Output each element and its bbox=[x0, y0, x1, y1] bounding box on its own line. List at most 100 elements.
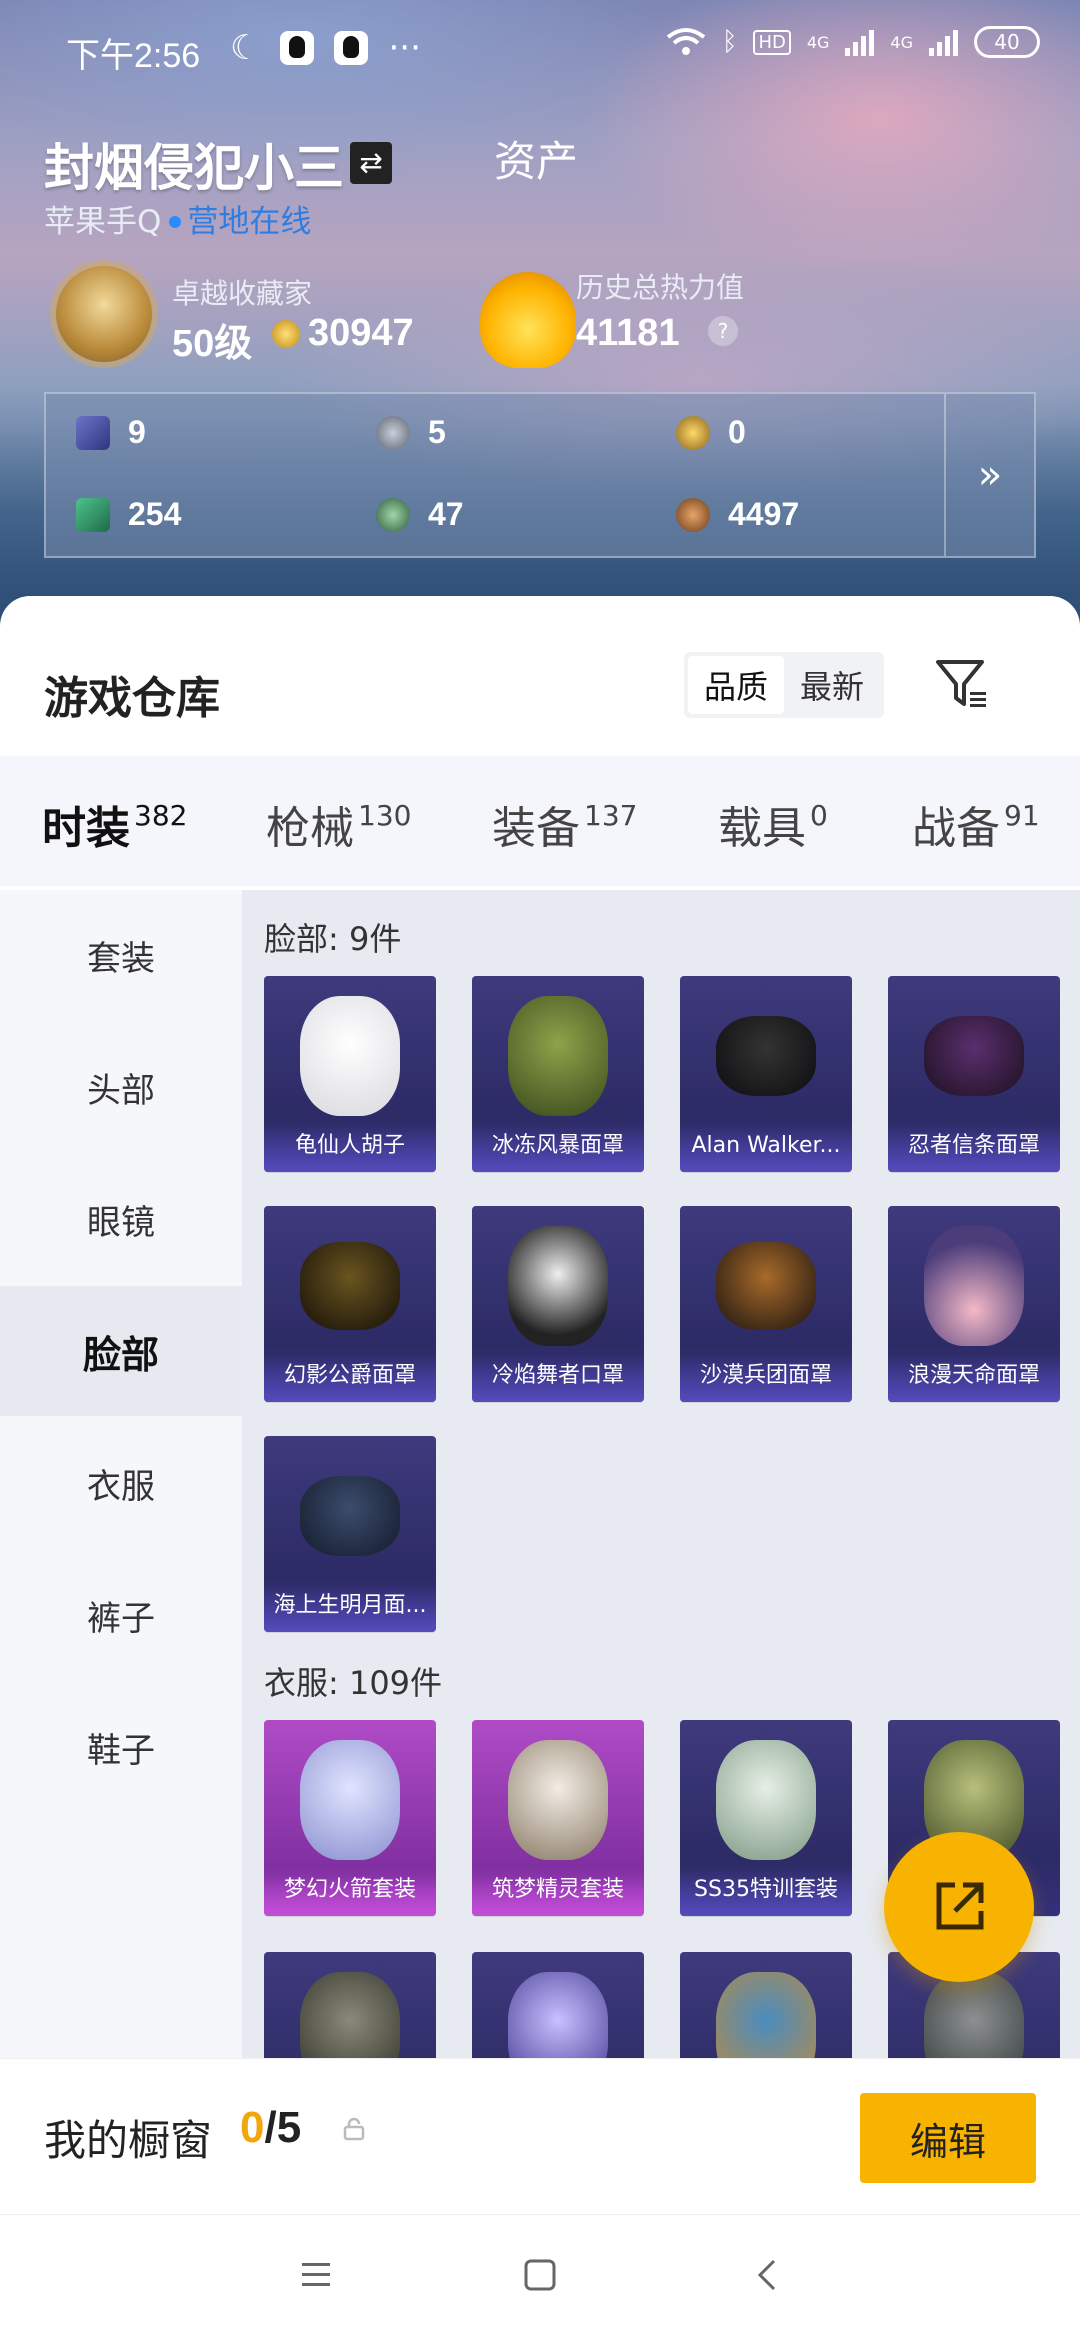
outfit-icon bbox=[300, 1740, 400, 1860]
username: 封烟侵犯小三 bbox=[44, 139, 344, 197]
item-card[interactable]: Alan Walker... bbox=[680, 976, 852, 1172]
filter-icon[interactable] bbox=[934, 656, 990, 712]
gold-medal-icon bbox=[676, 415, 710, 450]
mask-icon bbox=[508, 996, 608, 1116]
item-card[interactable]: 幻影公爵面罩 bbox=[264, 1206, 436, 1402]
stats-more-chevron-icon[interactable]: » bbox=[944, 394, 1034, 556]
section-title-face: 脸部: 9件 bbox=[264, 920, 402, 958]
subcategory-sidebar: 套装 头部 眼镜 脸部 衣服 裤子 鞋子 bbox=[0, 890, 242, 2140]
tab-count: 130 bbox=[358, 799, 412, 832]
item-name: 海上生明月面... bbox=[264, 1584, 436, 1632]
tab-weapons[interactable]: 枪械 130 bbox=[266, 792, 411, 856]
share-button[interactable] bbox=[884, 1832, 1034, 1982]
stats-panel[interactable]: 9 5 0 254 47 4497 » bbox=[44, 392, 1036, 558]
home-icon[interactable] bbox=[520, 2255, 560, 2295]
item-name: 冰冻风暴面罩 bbox=[472, 1124, 644, 1172]
item-name: Alan Walker... bbox=[680, 1124, 852, 1172]
item-card[interactable]: 梦幻火箭套装 bbox=[264, 1720, 436, 1916]
status-notification-icons: ☾ ··· bbox=[230, 28, 421, 68]
moon-icon: ☾ bbox=[230, 28, 261, 68]
tab-supplies[interactable]: 战备 91 bbox=[912, 792, 1040, 856]
item-card[interactable]: 龟仙人胡子 bbox=[264, 976, 436, 1172]
item-card[interactable]: 海上生明月面... bbox=[264, 1436, 436, 1632]
edit-button[interactable]: 编辑 bbox=[860, 2093, 1036, 2183]
outfit-icon bbox=[716, 1740, 816, 1860]
sidebar-item-shoes[interactable]: 鞋子 bbox=[0, 1682, 242, 1812]
sort-newest[interactable]: 最新 bbox=[784, 656, 880, 714]
tab-equipment[interactable]: 装备 137 bbox=[492, 792, 637, 856]
tab-count: 137 bbox=[584, 799, 638, 832]
coin-value: 30947 bbox=[308, 312, 414, 354]
status-system-icons: ᛒ HD 4G 4G 40 bbox=[666, 26, 1040, 58]
tab-label: 时装 bbox=[42, 803, 130, 854]
mask-icon bbox=[924, 1226, 1024, 1346]
tab-label: 装备 bbox=[492, 803, 580, 854]
card-icon bbox=[76, 415, 110, 450]
switch-account-icon[interactable]: ⇄ bbox=[350, 142, 392, 184]
item-card[interactable]: SS35特训套装 bbox=[680, 1720, 852, 1916]
lock-icon bbox=[343, 2117, 365, 2141]
sidebar-item-clothes[interactable]: 衣服 bbox=[0, 1418, 242, 1548]
system-nav-bar bbox=[0, 2214, 1080, 2340]
qq-icon bbox=[334, 31, 369, 65]
mask-icon bbox=[716, 1242, 816, 1330]
sidebar-item-head[interactable]: 头部 bbox=[0, 1022, 242, 1152]
item-card[interactable]: 冰冻风暴面罩 bbox=[472, 976, 644, 1172]
sort-quality[interactable]: 品质 bbox=[688, 656, 784, 714]
sidebar-item-face[interactable]: 脸部 bbox=[0, 1286, 242, 1416]
collector-badge-icon[interactable] bbox=[56, 266, 152, 362]
tab-count: 0 bbox=[810, 799, 828, 832]
item-name: 冷焰舞者口罩 bbox=[472, 1354, 644, 1402]
sidebar-item-sets[interactable]: 套装 bbox=[0, 890, 242, 1020]
more-dots: ··· bbox=[388, 28, 421, 68]
platform-label: 苹果手Q bbox=[44, 204, 162, 240]
showcase-count: 0/5 bbox=[240, 2103, 301, 2153]
sidebar-item-pants[interactable]: 裤子 bbox=[0, 1550, 242, 1680]
battery-icon: 40 bbox=[974, 26, 1040, 58]
showcase-label: 我的橱窗 bbox=[44, 2116, 213, 2165]
item-card[interactable]: 忍者信条面罩 bbox=[888, 976, 1060, 1172]
battery-level: 40 bbox=[994, 30, 1020, 54]
flame-icon[interactable] bbox=[480, 272, 576, 368]
signal-icon bbox=[929, 28, 958, 56]
item-card[interactable]: 沙漠兵团面罩 bbox=[680, 1206, 852, 1402]
tab-vehicles[interactable]: 载具 0 bbox=[718, 792, 828, 856]
online-status: 营地在线 bbox=[187, 204, 312, 240]
green-coin-icon bbox=[376, 497, 410, 532]
item-name: 龟仙人胡子 bbox=[264, 1124, 436, 1172]
green-card-icon bbox=[76, 497, 110, 532]
stat-item: 254 bbox=[76, 496, 181, 533]
item-card[interactable]: 筑梦精灵套装 bbox=[472, 1720, 644, 1916]
item-card[interactable]: 浪漫天命面罩 bbox=[888, 1206, 1060, 1402]
item-name: 浪漫天命面罩 bbox=[888, 1354, 1060, 1402]
back-icon[interactable] bbox=[748, 2255, 788, 2295]
tab-fashion[interactable]: 时装 382 bbox=[42, 792, 187, 856]
bronze-coin-icon bbox=[676, 497, 710, 532]
warehouse-sheet: 游戏仓库 品质 最新 时装 382 枪械 130 装备 137 载具 0 战备 91 套装… bbox=[0, 596, 1080, 2340]
section-title-clothes: 衣服: 109件 bbox=[264, 1664, 443, 1702]
silver-medal-icon bbox=[376, 415, 410, 450]
collector-coins: 30947 bbox=[272, 312, 414, 355]
wifi-icon bbox=[666, 28, 706, 55]
beard-icon bbox=[300, 996, 400, 1116]
stat-item: 9 bbox=[76, 414, 146, 451]
app-screen: 下午2:56 ☾ ··· ᛒ HD 4G 4G 40 封烟侵犯小三 ⇄ 资产 苹… bbox=[0, 0, 1080, 2340]
showcase-current: 0 bbox=[240, 2103, 265, 2152]
bluetooth-icon: ᛒ bbox=[721, 27, 738, 57]
status-time: 下午2:56 bbox=[66, 37, 201, 75]
hd-icon: HD bbox=[753, 29, 791, 55]
stat-value: 254 bbox=[128, 496, 182, 532]
heat-value: 41181 bbox=[576, 312, 680, 354]
item-card[interactable]: 冷焰舞者口罩 bbox=[472, 1206, 644, 1402]
mask-icon bbox=[716, 1016, 816, 1096]
assets-tab[interactable]: 资产 bbox=[494, 128, 578, 189]
menu-icon[interactable] bbox=[296, 2255, 336, 2295]
stat-value: 9 bbox=[128, 414, 146, 450]
help-icon[interactable]: ? bbox=[708, 316, 738, 346]
sidebar-item-glasses[interactable]: 眼镜 bbox=[0, 1154, 242, 1284]
stat-item: 4497 bbox=[676, 496, 799, 533]
stat-value: 4497 bbox=[728, 496, 800, 532]
category-tabs: 时装 382 枪械 130 装备 137 载具 0 战备 91 bbox=[0, 756, 1080, 1026]
stat-value: 0 bbox=[728, 414, 746, 450]
network-label: 4G bbox=[890, 32, 913, 52]
